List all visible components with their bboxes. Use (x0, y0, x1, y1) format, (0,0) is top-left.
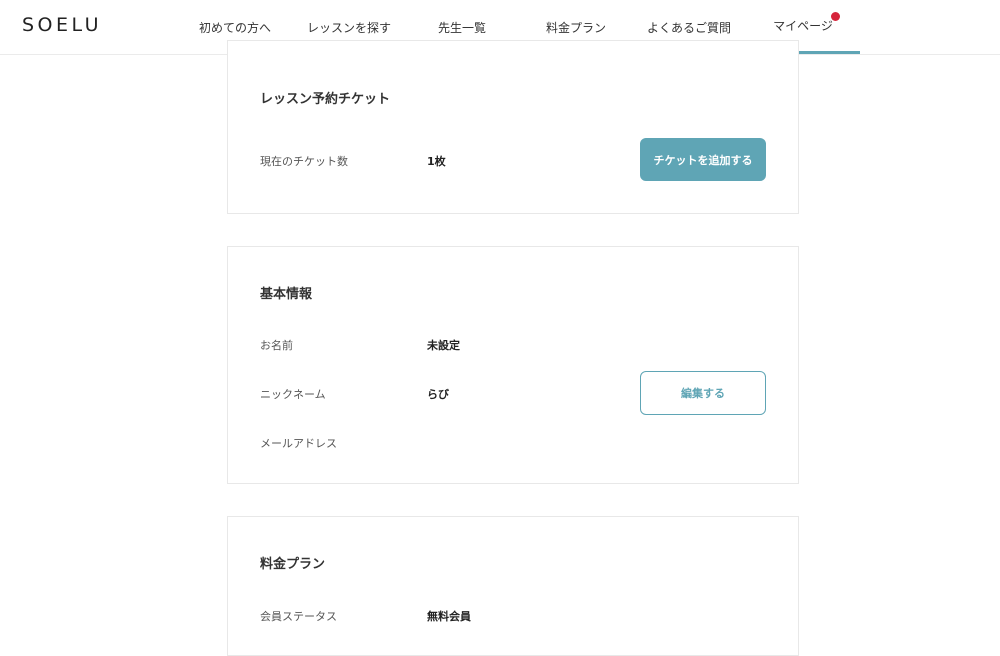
profile-card-title: 基本情報 (260, 287, 313, 302)
plan-card-title: 料金プラン (260, 557, 326, 572)
nav-item-label: 料金プラン (545, 20, 606, 35)
name-value: 未設定 (427, 339, 460, 352)
ticket-card: レッスン予約チケット 現在のチケット数 1枚 チケットを追加する (227, 40, 799, 214)
notification-dot (831, 12, 840, 21)
member-status-value: 無料会員 (427, 610, 471, 623)
plan-card: 料金プラン 会員ステータス 無料会員 (227, 516, 799, 656)
edit-profile-button[interactable]: 編集する (640, 371, 766, 415)
nav-item-label: 初めての方へ (198, 20, 271, 35)
nav-item-label: レッスンを探す (306, 20, 391, 35)
nav-item-label: 先生一覧 (437, 20, 486, 35)
name-label: お名前 (260, 339, 293, 352)
ticket-card-title: レッスン予約チケット (260, 92, 391, 107)
add-ticket-button[interactable]: チケットを追加する (640, 138, 766, 181)
nav-item-label: マイページ (773, 19, 833, 33)
ticket-count-value: 1枚 (427, 155, 446, 168)
ticket-count-label: 現在のチケット数 (260, 155, 348, 168)
logo[interactable]: SOELU (22, 14, 102, 36)
member-status-label: 会員ステータス (260, 610, 337, 623)
profile-card: 基本情報 お名前 未設定 ニックネーム らび メールアドレス 編集する (227, 246, 799, 484)
email-label: メールアドレス (260, 437, 337, 450)
nickname-value: らび (427, 388, 449, 401)
nav-item-label: よくあるご質問 (646, 20, 731, 35)
nickname-label: ニックネーム (260, 388, 326, 401)
